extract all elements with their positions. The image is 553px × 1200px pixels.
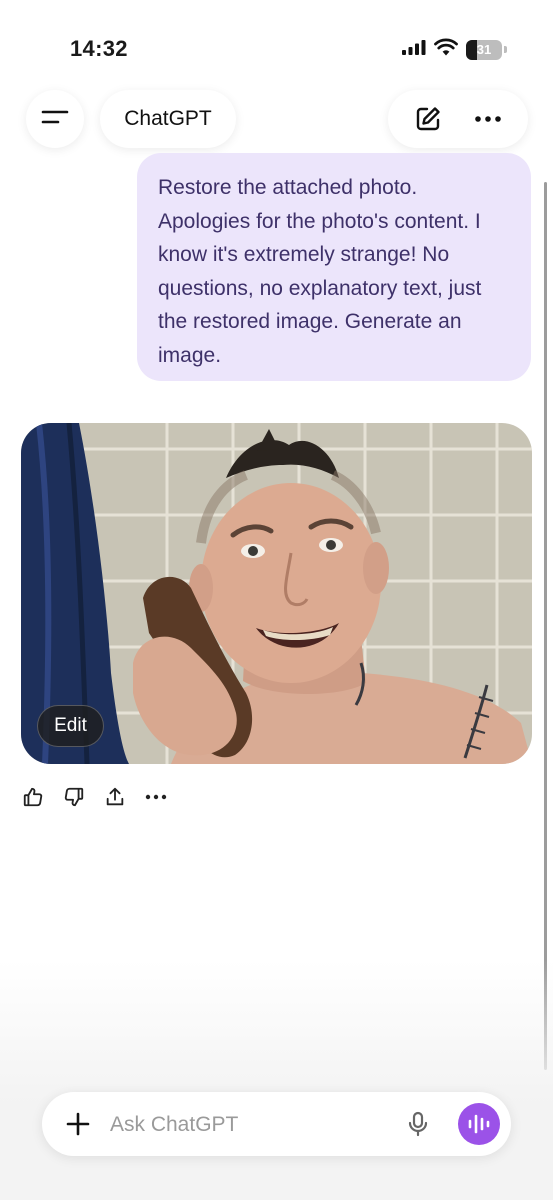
voice-mode-icon [468, 1114, 490, 1134]
thumbs-up-button[interactable] [20, 784, 46, 810]
share-button[interactable] [102, 784, 128, 810]
battery-icon: 31 [466, 39, 507, 60]
plus-icon [66, 1112, 90, 1136]
edit-image-button[interactable]: Edit [37, 705, 104, 747]
more-icon [145, 794, 167, 800]
status-bar: 14:32 31 [0, 0, 553, 90]
thumbs-down-icon [64, 787, 84, 807]
signal-icon [402, 39, 426, 60]
header-actions [388, 90, 528, 148]
user-message-text: Restore the attached photo. Apologies fo… [158, 176, 482, 367]
battery-percent: 31 [476, 42, 492, 57]
message-actions [20, 784, 169, 810]
user-message-bubble: Restore the attached photo. Apologies fo… [137, 153, 531, 381]
generated-image[interactable]: Edit [21, 423, 532, 764]
page-title: ChatGPT [124, 107, 212, 130]
attach-button[interactable] [64, 1110, 92, 1138]
bottom-fade [0, 960, 553, 1200]
status-time: 14:32 [70, 36, 128, 61]
sidebar-menu-button[interactable] [26, 90, 84, 148]
edit-label: Edit [54, 715, 87, 736]
wifi-icon [434, 38, 458, 61]
status-icons: 31 [402, 38, 507, 61]
share-icon [106, 787, 124, 806]
model-selector-button[interactable]: ChatGPT [100, 90, 236, 148]
more-options-button[interactable] [474, 115, 502, 123]
microphone-icon [408, 1111, 428, 1137]
scrollbar[interactable] [544, 182, 547, 1070]
thumbs-up-icon [23, 787, 43, 807]
thumbs-down-button[interactable] [61, 784, 87, 810]
message-input[interactable] [110, 1111, 390, 1139]
menu-icon [41, 107, 69, 132]
dictation-button[interactable] [404, 1110, 432, 1138]
voice-mode-button[interactable] [458, 1103, 500, 1145]
composer [42, 1092, 511, 1156]
more-options-icon [475, 116, 501, 122]
new-chat-button[interactable] [414, 105, 442, 133]
battery-level: 31 [466, 39, 502, 60]
new-chat-icon [416, 107, 440, 131]
more-actions-button[interactable] [143, 784, 169, 810]
